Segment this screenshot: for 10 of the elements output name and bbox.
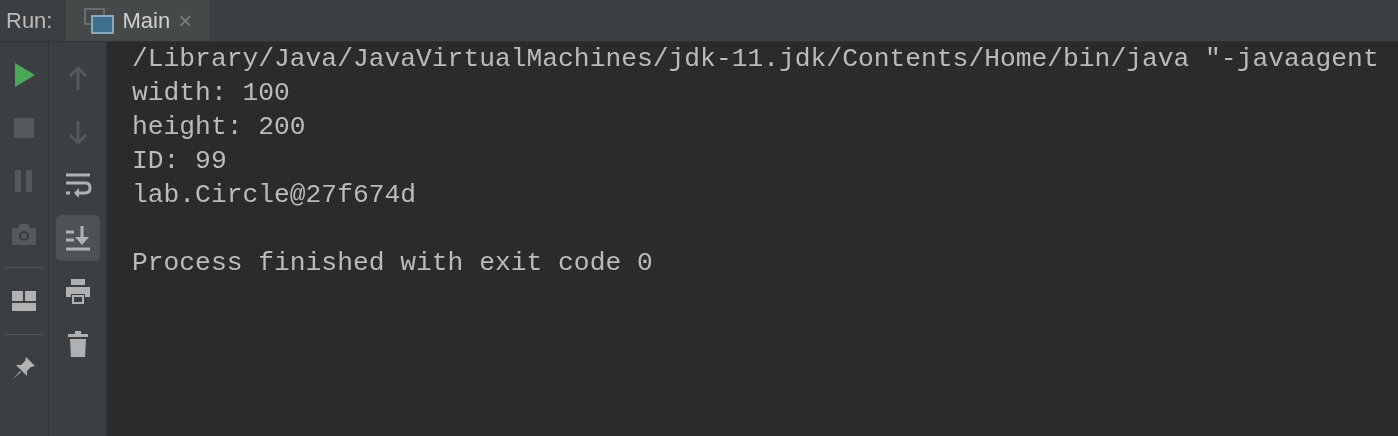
run-tab[interactable]: Main ×: [66, 0, 211, 41]
window-icon: [84, 7, 115, 34]
console-line: height: 200: [132, 111, 306, 144]
panel-label: Run:: [5, 7, 54, 35]
console-line: width: 100: [132, 77, 290, 110]
console-line: /Library/Java/JavaVirtualMachines/jdk-11.jdk/Contents/Home/bin/java "-javaagent: [132, 43, 1379, 76]
scroll-to-end-icon[interactable]: [55, 215, 100, 261]
console-line: ID: 99: [132, 145, 227, 178]
exit-message: Process finished with exit code 0: [132, 247, 653, 280]
console-line: lab.Circle@27f674d: [132, 179, 417, 212]
